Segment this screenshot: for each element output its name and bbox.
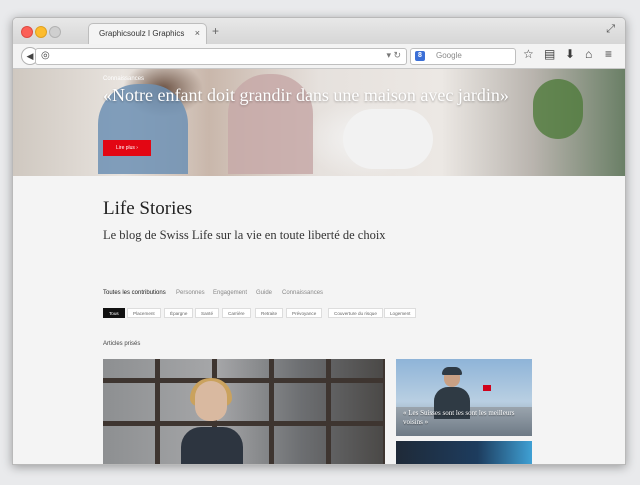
title-bar: Graphicsoulz I Graphics × + ⤢ xyxy=(13,18,625,45)
tag-placement[interactable]: Placement xyxy=(127,308,161,318)
tag-sante[interactable]: Santé xyxy=(195,308,220,318)
article-card-neighbours[interactable]: « Les Suisses sont les sont les meilleur… xyxy=(396,359,532,436)
web-page: Connaissances «Notre enfant doit grandir… xyxy=(13,69,625,464)
article-photo-woman xyxy=(181,378,243,464)
category-engagement[interactable]: Engagement xyxy=(213,290,247,296)
minimize-window-button[interactable] xyxy=(35,26,47,38)
hero-banner: Connaissances «Notre enfant doit grandir… xyxy=(13,69,625,176)
hero-photo-plant xyxy=(533,79,583,139)
article-card-featured[interactable] xyxy=(103,359,385,464)
reload-icon[interactable]: ▾ ↻ xyxy=(386,50,401,61)
browser-window: Graphicsoulz I Graphics × + ⤢ ◀ ◎ ▾ ↻ 8 … xyxy=(12,17,626,465)
hero-kicker: Connaissances xyxy=(103,76,145,82)
category-connaissances[interactable]: Connaissances xyxy=(282,290,323,296)
section-label: Articles prisés xyxy=(103,341,141,347)
tab-title: Graphicsoulz I Graphics xyxy=(99,29,185,38)
tag-prevoyance[interactable]: Prévoyance xyxy=(286,308,323,318)
tag-retraite[interactable]: Retraite xyxy=(255,308,284,318)
browser-tab[interactable]: Graphicsoulz I Graphics × xyxy=(88,23,207,45)
article-card-title: « Les Suisses sont les sont les meilleur… xyxy=(403,409,515,426)
search-box[interactable]: 8 Google xyxy=(410,48,516,65)
swiss-flag-icon xyxy=(483,385,491,391)
download-icon[interactable]: ⬇ xyxy=(565,47,575,61)
google-icon: 8 xyxy=(415,51,425,61)
page-title: Life Stories xyxy=(103,198,193,219)
address-bar[interactable]: ◎ ▾ ↻ xyxy=(35,48,407,65)
globe-icon: ◎ xyxy=(41,50,50,61)
clipboard-icon[interactable]: ▤ xyxy=(544,47,555,61)
category-guide[interactable]: Guide xyxy=(256,290,272,296)
fullscreen-icon[interactable]: ⤢ xyxy=(606,23,615,36)
hero-title: «Notre enfant doit grandir dans une mais… xyxy=(103,85,509,105)
menu-icon[interactable]: ≡ xyxy=(605,47,612,61)
article-image xyxy=(103,359,385,464)
tag-tous[interactable]: Tous xyxy=(103,308,125,318)
tag-epargne[interactable]: Épargne xyxy=(164,308,194,318)
tag-couverture-du-risque[interactable]: Couverture du risque xyxy=(328,308,383,318)
back-arrow-icon: ◀ xyxy=(26,51,34,61)
new-tab-button[interactable]: + xyxy=(212,24,219,38)
article-card-next[interactable] xyxy=(396,441,532,464)
home-icon[interactable]: ⌂ xyxy=(585,47,592,61)
bookmark-star-icon[interactable]: ☆ xyxy=(523,47,534,61)
close-window-button[interactable] xyxy=(21,26,33,38)
tag-carriere[interactable]: Carrière xyxy=(222,308,251,318)
read-more-button[interactable]: Lire plus › xyxy=(103,140,151,156)
page-subtitle: Le blog de Swiss Life sur la vie en tout… xyxy=(103,228,386,242)
hero-photo-child xyxy=(343,109,433,169)
navigation-toolbar: ◀ ◎ ▾ ↻ 8 Google ☆ ▤ ⬇ ⌂ ≡ xyxy=(13,44,625,69)
category-all[interactable]: Toutes les contributions xyxy=(103,290,166,296)
category-personnes[interactable]: Personnes xyxy=(176,290,205,296)
tab-close-icon[interactable]: × xyxy=(195,28,200,38)
zoom-window-button[interactable] xyxy=(49,26,61,38)
tag-logement[interactable]: Logement xyxy=(384,308,417,318)
search-placeholder: Google xyxy=(436,51,462,60)
